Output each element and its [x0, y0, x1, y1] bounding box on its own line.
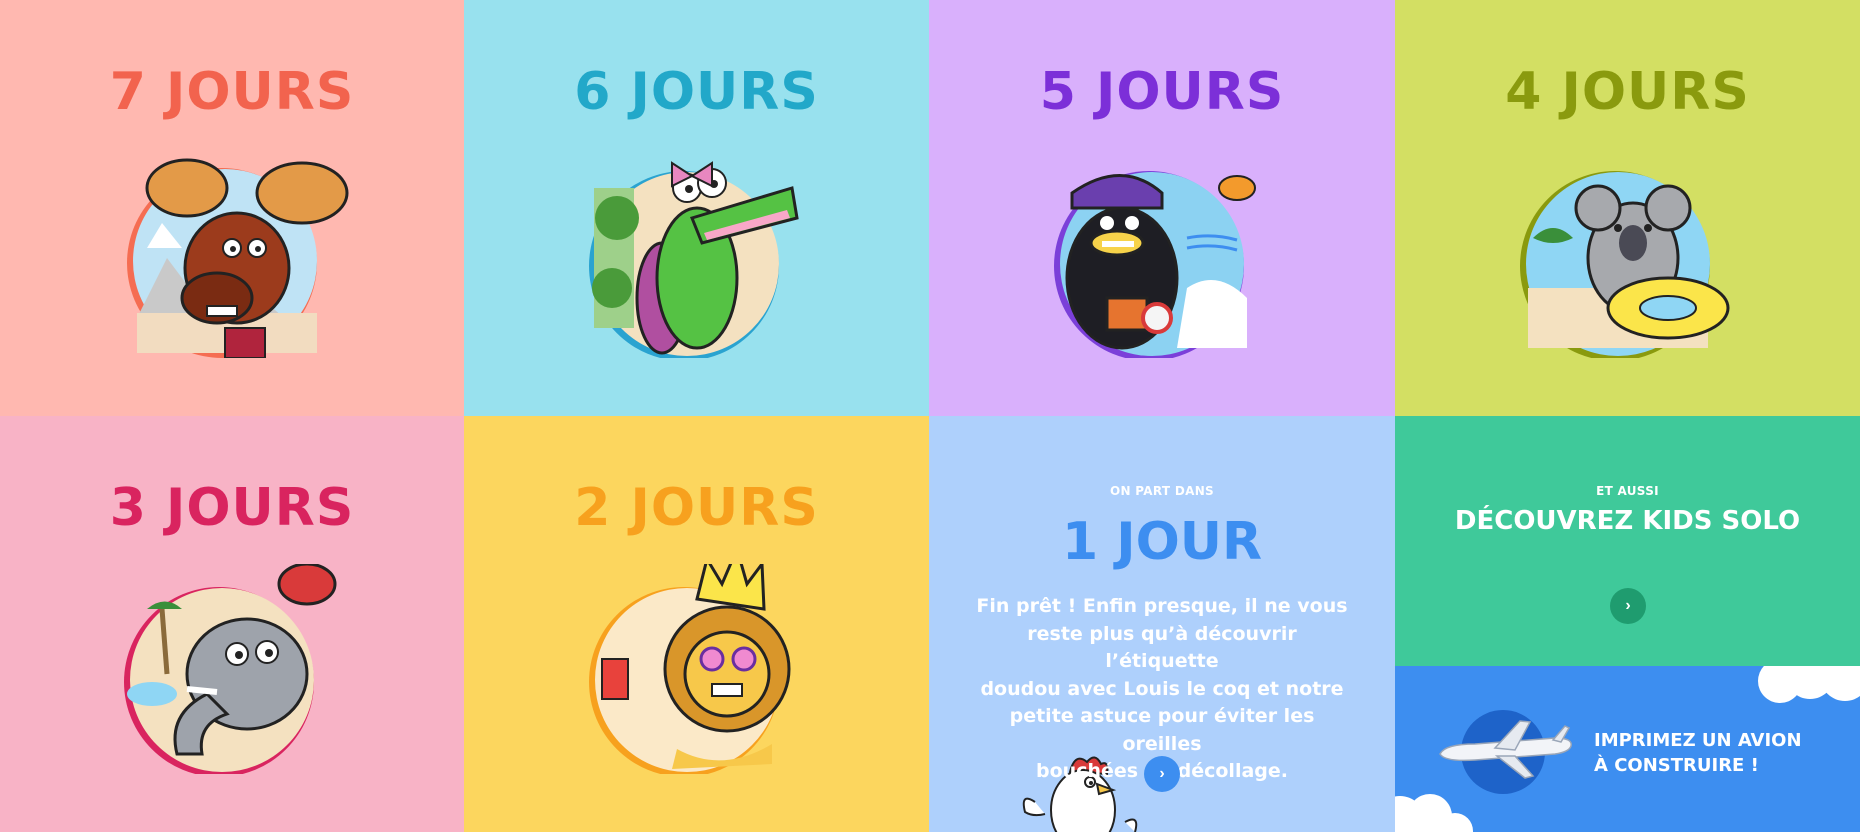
chevron-right-icon: ›: [1625, 597, 1631, 614]
day-title: 2 JOURS: [574, 478, 819, 538]
day-title: 3 JOURS: [109, 478, 355, 538]
tile-3-days[interactable]: 3 JOURS: [0, 416, 464, 832]
crocodile-illustration: [572, 148, 822, 358]
description-line: petite astuce pour éviter les oreilles: [1009, 705, 1315, 755]
day-title: 7 JOURS: [109, 62, 355, 122]
koala-illustration: [1503, 148, 1753, 358]
description-line: doudou avec Louis le coq et notre: [980, 677, 1344, 700]
airplane-icon: [1439, 720, 1572, 779]
penguin-illustration: [1037, 148, 1287, 358]
tile-4-days[interactable]: 4 JOURS: [1395, 0, 1860, 416]
tile-2-days[interactable]: 2 JOURS: [464, 416, 929, 832]
tile-6-days[interactable]: 6 JOURS: [464, 0, 929, 416]
day-1-next-button[interactable]: ›: [1144, 756, 1180, 792]
day-title: 5 JOURS: [1039, 62, 1285, 122]
cloud-decoration: [1758, 666, 1860, 703]
chevron-right-icon: ›: [1159, 765, 1165, 782]
kicker: ON PART DANS: [1109, 484, 1214, 498]
lion-illustration: [572, 564, 822, 774]
description-line: Fin prêt ! Enfin presque, il ne vous: [976, 595, 1348, 617]
kids-solo-panel: ET AUSSI DÉCOUVREZ KIDS SOLO: [1395, 416, 1860, 666]
promo-line: IMPRIMEZ UN AVION: [1594, 730, 1802, 751]
kids-solo-button[interactable]: ›: [1610, 588, 1646, 624]
kids-solo-title: DÉCOUVREZ KIDS SOLO: [1454, 506, 1801, 536]
countdown-grid: 7 JOURS 6 JOURS 5 JOURS 4 JOURS 3 JOURS …: [0, 0, 1860, 832]
print-plane-link[interactable]: IMPRIMEZ UN AVION À CONSTRUIRE !: [1594, 728, 1802, 778]
moose-illustration: [107, 148, 357, 358]
day-title: 6 JOURS: [574, 62, 819, 122]
tile-5-days[interactable]: 5 JOURS: [929, 0, 1395, 416]
kicker: ET AUSSI: [1596, 484, 1659, 498]
description-line: reste plus qu’à découvrir l’étiquette: [1027, 622, 1297, 673]
day-title: 1 JOUR: [1061, 512, 1263, 572]
tile-7-days[interactable]: 7 JOURS: [0, 0, 464, 416]
day-title: 4 JOURS: [1505, 62, 1750, 122]
elephant-illustration: [107, 564, 357, 774]
promo-line: À CONSTRUIRE !: [1594, 755, 1759, 776]
